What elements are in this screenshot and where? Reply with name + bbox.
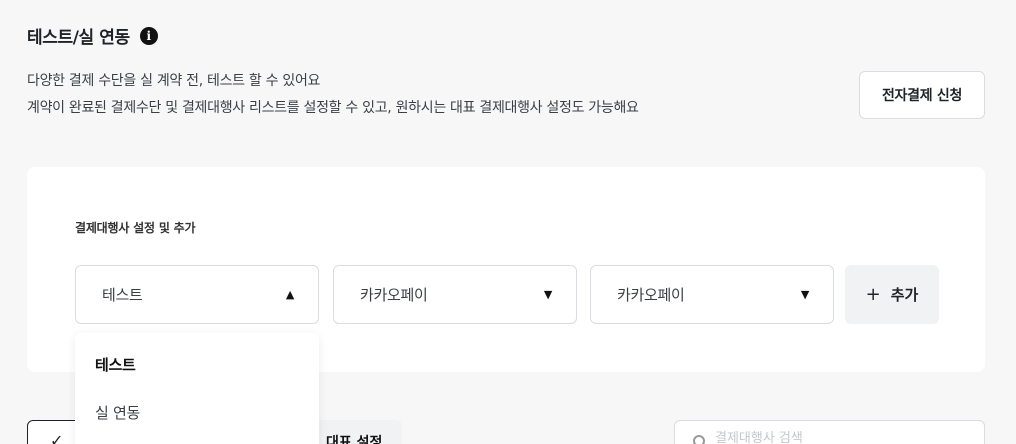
search-box[interactable] [674, 420, 985, 444]
pg-select-2[interactable]: 카카오페이 ▼ [590, 265, 834, 324]
section-label: 결제대행사 설정 및 추가 [75, 221, 196, 235]
caret-down-icon: ▼ [800, 288, 809, 301]
info-icon[interactable]: i [139, 26, 158, 45]
check-icon: ✓ [50, 431, 64, 444]
dropdown-option-test[interactable]: 테스트 [95, 354, 136, 375]
caret-down-icon: ▼ [543, 288, 552, 301]
add-button[interactable]: + 추가 [845, 265, 939, 324]
apply-payment-button[interactable]: 전자결제 신청 [859, 71, 985, 119]
page-title: 테스트/실 연동 [27, 28, 130, 48]
search-input[interactable] [715, 431, 935, 444]
select-value: 테스트 [102, 286, 143, 304]
plus-icon: + [865, 284, 881, 305]
environment-dropdown-menu: 테스트 실 연동 [75, 333, 319, 444]
page: 테스트/실 연동 i 다양한 결제 수단을 실 계약 전, 테스트 할 수 있어… [0, 0, 1016, 444]
page-description: 다양한 결제 수단을 실 계약 전, 테스트 할 수 있어요 계약이 완료된 결… [27, 68, 639, 122]
select-value: 카카오페이 [360, 286, 428, 304]
dropdown-option-live[interactable]: 실 연동 [95, 402, 140, 423]
set-default-button[interactable]: 대표 설정 [310, 420, 402, 444]
description-line-2: 계약이 완료된 결제수단 및 결제대행사 리스트를 설정할 수 있고, 원하시는… [27, 100, 639, 116]
caret-up-icon: ▲ [285, 288, 294, 301]
pg-select-1[interactable]: 카카오페이 ▼ [333, 265, 577, 324]
select-value: 카카오페이 [617, 286, 685, 304]
add-button-label: 추가 [890, 286, 919, 304]
description-line-1: 다양한 결제 수단을 실 계약 전, 테스트 할 수 있어요 [27, 73, 321, 89]
environment-select[interactable]: 테스트 ▲ [75, 265, 319, 324]
search-icon [693, 435, 705, 444]
title-row: 테스트/실 연동 i [27, 23, 158, 48]
